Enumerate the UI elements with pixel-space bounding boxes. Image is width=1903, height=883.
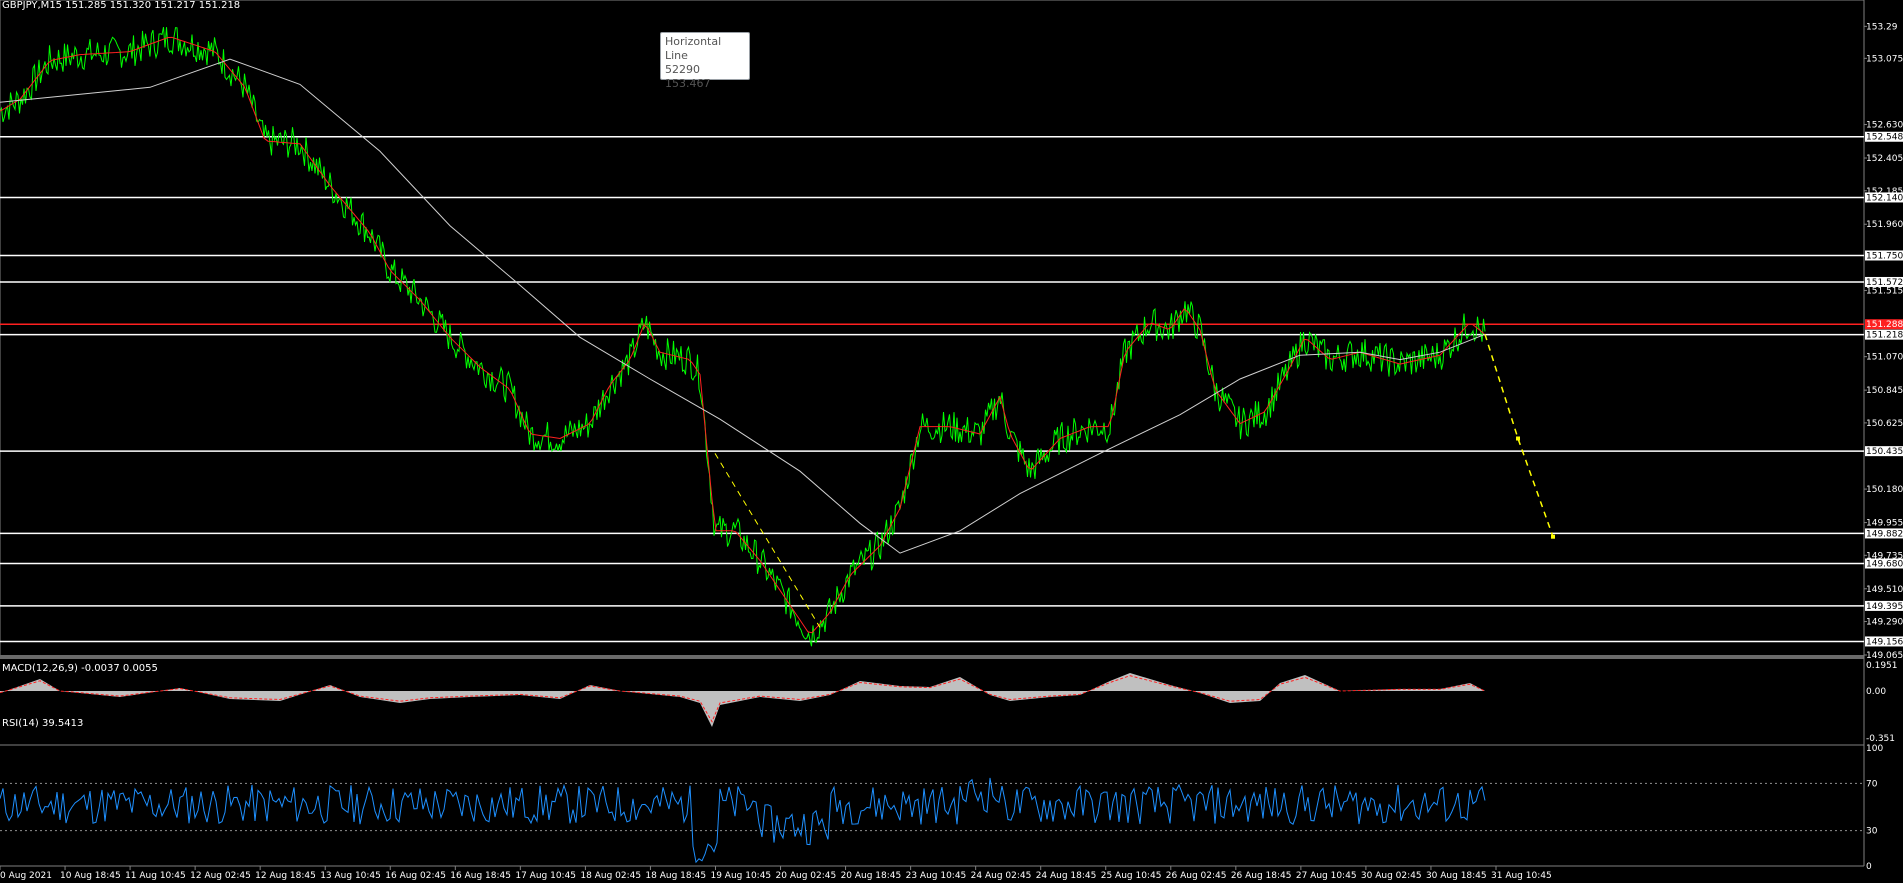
- time-label: 13 Aug 10:45: [320, 871, 381, 881]
- horizontal-line-tooltip: Horizontal Line 52290 153.467: [660, 32, 750, 90]
- price-label: 149.156: [1866, 637, 1903, 647]
- symbol-header: GBPJPY,M15 151.285 151.320 151.217 151.2…: [2, 0, 240, 11]
- rsi-tick-label: 30: [1866, 827, 1878, 837]
- time-label: 18 Aug 02:45: [580, 871, 641, 881]
- price-label: 151.750: [1866, 251, 1903, 261]
- price-tick-label: 150.180: [1866, 485, 1903, 495]
- chart-canvas[interactable]: GBPJPY,M15 151.285 151.320 151.217 151.2…: [0, 0, 1903, 883]
- price-label: 149.882: [1866, 529, 1903, 539]
- price-tick-label: 152.630: [1866, 121, 1903, 131]
- rsi-tick-label: 70: [1866, 779, 1878, 789]
- time-label: 24 Aug 02:45: [971, 871, 1032, 881]
- price-tick-label: 152.405: [1866, 154, 1903, 164]
- time-label: 20 Aug 02:45: [776, 871, 837, 881]
- time-label: 26 Aug 18:45: [1231, 871, 1292, 881]
- price-label: 150.435: [1866, 447, 1903, 457]
- price-tick-label: 149.290: [1866, 618, 1903, 628]
- tooltip-price: 153.467: [665, 77, 711, 90]
- macd-tick-label: 0.00: [1866, 687, 1886, 697]
- macd-histogram: [0, 673, 1485, 727]
- time-label: 24 Aug 18:45: [1036, 871, 1097, 881]
- price-label: 149.395: [1866, 602, 1903, 612]
- time-label: 23 Aug 10:45: [906, 871, 967, 881]
- price-tick-label: 149.955: [1866, 519, 1903, 529]
- time-label: 30 Aug 18:45: [1426, 871, 1487, 881]
- price-tick-label: 150.625: [1866, 419, 1903, 429]
- price-label: 151.218: [1866, 331, 1903, 341]
- time-label: 10 Aug 18:45: [60, 871, 121, 881]
- time-label: 30 Aug 02:45: [1361, 871, 1422, 881]
- projection-point: [1551, 534, 1555, 539]
- rsi-header: RSI(14) 39.5413: [2, 718, 83, 729]
- time-label: 27 Aug 10:45: [1296, 871, 1357, 881]
- time-label: 16 Aug 02:45: [385, 871, 446, 881]
- macd-indicator: 0.1951 0.00 -0.351: [0, 661, 1898, 744]
- price-label: 151.288: [1866, 320, 1903, 330]
- tooltip-title: Horizontal Line: [665, 35, 722, 62]
- time-label: 25 Aug 10:45: [1101, 871, 1162, 881]
- price-tick-label: 151.070: [1866, 353, 1903, 363]
- price-tick-label: 149.510: [1866, 585, 1903, 595]
- price-tick-label: 153.29: [1866, 22, 1898, 32]
- time-label: 11 Aug 10:45: [125, 871, 186, 881]
- rsi-tick-label: 0: [1866, 862, 1872, 872]
- price-tick-label: 150.845: [1866, 386, 1903, 396]
- main-panel-frame: [0, 0, 1865, 659]
- price-tick-label: 153.075: [1866, 54, 1903, 64]
- price-tick-label: 149.735: [1866, 551, 1903, 561]
- time-label: 31 Aug 10:45: [1491, 871, 1552, 881]
- rsi-line: [0, 777, 1486, 864]
- time-label: 26 Aug 02:45: [1166, 871, 1227, 881]
- panel-separator[interactable]: [0, 655, 1864, 659]
- time-label: 19 Aug 10:45: [710, 871, 771, 881]
- projection-point: [1516, 436, 1520, 441]
- time-label: 12 Aug 18:45: [255, 871, 316, 881]
- rsi-tick-label: 100: [1866, 744, 1883, 754]
- macd-tick-label: 0.1951: [1866, 661, 1898, 671]
- price-tick-label: 151.515: [1866, 286, 1903, 296]
- time-label: 12 Aug 02:45: [190, 871, 251, 881]
- rsi-indicator: 100 70 30 0: [0, 744, 1883, 872]
- macd-header: MACD(12,26,9) -0.0037 0.0055: [2, 663, 158, 674]
- price-tick-label: 152.185: [1866, 187, 1903, 197]
- time-label: 18 Aug 18:45: [645, 871, 706, 881]
- tooltip-id: 52290: [665, 63, 700, 76]
- time-axis: 0 Aug 2021 10 Aug 18:45 11 Aug 10:45 12 Aug…: [0, 866, 1552, 881]
- macd-tick-label: -0.351: [1866, 734, 1895, 744]
- time-label: 20 Aug 18:45: [841, 871, 902, 881]
- price-label: 152.548: [1866, 133, 1903, 143]
- time-label: 17 Aug 10:45: [515, 871, 576, 881]
- time-label: 0 Aug 2021: [0, 871, 52, 881]
- price-tick-label: 151.960: [1866, 220, 1903, 230]
- price-tick-label: 149.065: [1866, 651, 1903, 661]
- time-label: 16 Aug 18:45: [450, 871, 511, 881]
